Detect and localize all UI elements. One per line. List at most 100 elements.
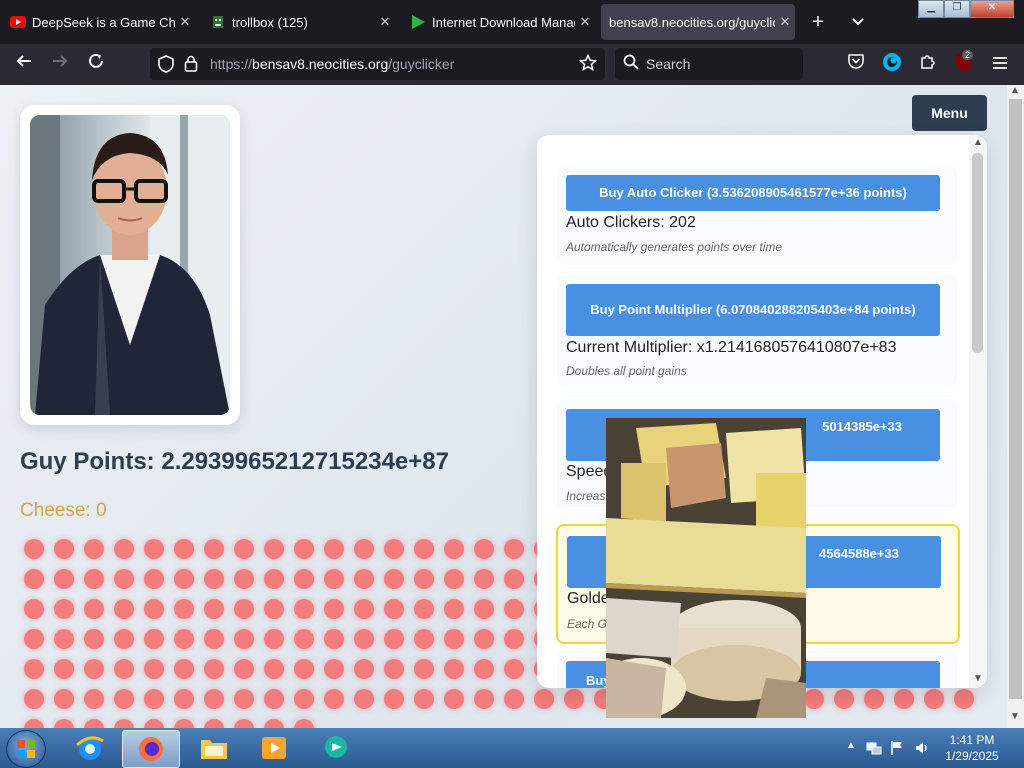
click-dot[interactable] — [354, 569, 374, 589]
click-dot[interactable] — [114, 539, 134, 559]
click-dot[interactable] — [444, 659, 464, 679]
click-dot[interactable] — [504, 659, 524, 679]
click-dot[interactable] — [54, 719, 74, 728]
click-dot[interactable] — [384, 629, 404, 649]
click-dot[interactable] — [84, 569, 104, 589]
list-all-tabs-icon[interactable] — [846, 10, 870, 34]
click-dot[interactable] — [174, 689, 194, 709]
firefox-taskbar-icon[interactable] — [122, 730, 180, 768]
tab-guyclicker[interactable]: bensav8.neocities.org/guyclick ✕ — [601, 4, 795, 40]
click-dot[interactable] — [84, 719, 104, 728]
tab-idm[interactable]: Internet Download Manag ✕ — [400, 4, 595, 40]
click-dot[interactable] — [24, 659, 44, 679]
scroll-up-arrow-icon[interactable]: ▲ — [973, 137, 983, 148]
click-dot[interactable] — [54, 659, 74, 679]
click-dot[interactable] — [264, 719, 284, 728]
click-dot[interactable] — [144, 599, 164, 619]
click-dot[interactable] — [54, 629, 74, 649]
click-dot[interactable] — [384, 689, 404, 709]
volume-icon[interactable] — [914, 740, 930, 759]
restore-icon[interactable]: ❐ — [944, 0, 970, 18]
click-dot[interactable] — [234, 599, 254, 619]
click-dot[interactable] — [24, 569, 44, 589]
tab-close-icon[interactable]: ✕ — [575, 14, 595, 30]
click-dot[interactable] — [504, 689, 524, 709]
tab-trollbox[interactable]: trollbox (125) ✕ — [200, 4, 395, 40]
click-dot[interactable] — [234, 539, 254, 559]
click-dot[interactable] — [174, 539, 194, 559]
click-dot[interactable] — [114, 569, 134, 589]
click-dot[interactable] — [84, 599, 104, 619]
click-dot[interactable] — [174, 599, 194, 619]
click-dot[interactable] — [354, 599, 374, 619]
click-dot[interactable] — [324, 569, 344, 589]
click-dot[interactable] — [504, 539, 524, 559]
click-dot[interactable] — [294, 629, 314, 649]
buy-point-multiplier-button[interactable]: Buy Point Multiplier (6.070840288205403e… — [566, 284, 940, 336]
click-dot[interactable] — [54, 689, 74, 709]
click-dot[interactable] — [144, 539, 164, 559]
click-dot[interactable] — [504, 569, 524, 589]
click-dot[interactable] — [144, 569, 164, 589]
click-dot[interactable] — [144, 689, 164, 709]
internet-explorer-icon[interactable] — [62, 730, 118, 766]
click-dot[interactable] — [84, 659, 104, 679]
tab-close-icon[interactable]: ✕ — [175, 14, 195, 30]
click-dot[interactable] — [204, 719, 224, 728]
click-dot[interactable] — [384, 569, 404, 589]
click-dot[interactable] — [204, 569, 224, 589]
click-dot[interactable] — [864, 689, 884, 709]
click-dot[interactable] — [264, 599, 284, 619]
click-dot[interactable] — [354, 659, 374, 679]
click-dot[interactable] — [354, 629, 374, 649]
click-dot[interactable] — [84, 539, 104, 559]
click-dot[interactable] — [144, 719, 164, 728]
click-dot[interactable] — [174, 629, 194, 649]
click-dot[interactable] — [114, 689, 134, 709]
page-scrollbar[interactable]: ▲ ▼ — [1007, 85, 1024, 728]
click-dot[interactable] — [24, 719, 44, 728]
click-dot[interactable] — [294, 599, 314, 619]
media-player-icon[interactable] — [246, 730, 302, 766]
click-dot[interactable] — [234, 719, 254, 728]
shop-scroll-thumb[interactable] — [972, 153, 983, 353]
click-dot[interactable] — [294, 569, 314, 589]
search-bar[interactable]: Search — [615, 48, 803, 80]
pocket-icon[interactable] — [844, 52, 868, 76]
tracking-shield-icon[interactable] — [158, 55, 174, 78]
click-dot[interactable] — [474, 599, 494, 619]
network-icon[interactable] — [866, 740, 882, 759]
click-dot[interactable] — [114, 659, 134, 679]
click-dot[interactable] — [414, 539, 434, 559]
url-bar[interactable]: https://bensav8.neocities.org/guyclicker — [150, 48, 605, 80]
click-dot[interactable] — [294, 539, 314, 559]
click-dot[interactable] — [474, 539, 494, 559]
guy-photo[interactable] — [30, 115, 230, 415]
click-dot[interactable] — [504, 599, 524, 619]
click-dot[interactable] — [234, 629, 254, 649]
click-dot[interactable] — [444, 569, 464, 589]
hamburger-menu-icon[interactable] — [988, 52, 1012, 76]
click-dot[interactable] — [894, 689, 914, 709]
click-dot[interactable] — [474, 659, 494, 679]
click-dot[interactable] — [384, 659, 404, 679]
click-dot[interactable] — [114, 719, 134, 728]
menu-button[interactable]: Menu — [912, 95, 987, 131]
click-dot[interactable] — [24, 629, 44, 649]
click-dot[interactable] — [384, 539, 404, 559]
click-dot[interactable] — [474, 629, 494, 649]
click-dot[interactable] — [324, 629, 344, 649]
bookmark-star-icon[interactable] — [578, 53, 598, 77]
shop-scrollbar[interactable]: ▲ ▼ — [969, 135, 986, 688]
file-explorer-icon[interactable] — [186, 730, 242, 766]
click-dot[interactable] — [24, 539, 44, 559]
click-dot[interactable] — [234, 569, 254, 589]
start-button[interactable] — [6, 730, 46, 768]
click-dot[interactable] — [264, 629, 284, 649]
click-dot[interactable] — [204, 659, 224, 679]
click-dot[interactable] — [354, 689, 374, 709]
click-dot[interactable] — [84, 629, 104, 649]
click-dot[interactable] — [414, 599, 434, 619]
click-dot[interactable] — [54, 599, 74, 619]
cheese-image[interactable] — [606, 418, 806, 718]
